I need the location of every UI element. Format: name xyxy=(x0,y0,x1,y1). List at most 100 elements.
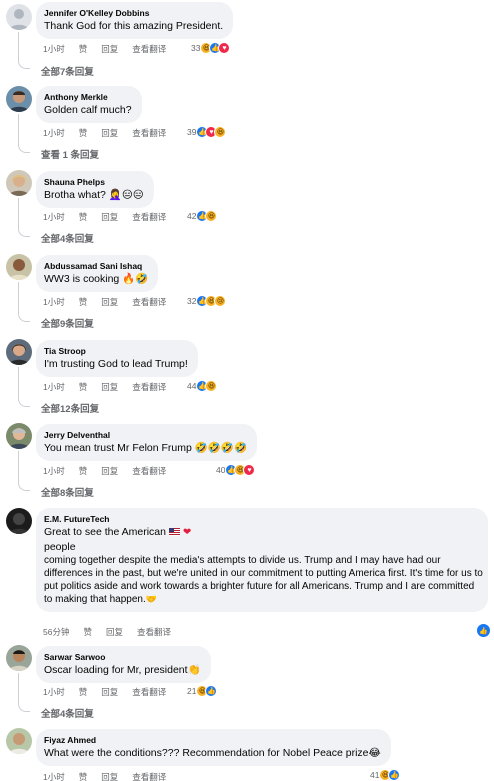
avatar[interactable] xyxy=(6,170,32,196)
reaction-summary[interactable]: 41 😆 👍 xyxy=(370,769,401,781)
like-button[interactable]: 赞 xyxy=(79,686,88,698)
reaction-summary[interactable]: 40 👍 😆 ♥ xyxy=(216,464,256,476)
comment-author[interactable]: Shauna Phelps xyxy=(44,176,144,188)
like-button[interactable]: 赞 xyxy=(79,771,88,781)
thread-line xyxy=(18,282,30,322)
comment-author[interactable]: E.M. FutureTech xyxy=(44,513,482,525)
thread-line xyxy=(18,32,30,69)
reply-button[interactable]: 回复 xyxy=(101,465,118,477)
translate-button[interactable]: 查看翻译 xyxy=(132,43,166,55)
avatar[interactable] xyxy=(6,339,32,365)
translate-button[interactable]: 查看翻译 xyxy=(132,465,166,477)
comment-time: 1小时 xyxy=(43,44,65,54)
love-icon: ♥ xyxy=(218,42,231,54)
comment-text-body: coming together despite the media's atte… xyxy=(44,554,484,606)
comment-actions: 1小时 赞 回复 查看翻译 xyxy=(43,465,166,477)
reaction-count: 39 xyxy=(187,127,197,137)
translate-button[interactable]: 查看翻译 xyxy=(132,127,166,139)
comment-actions: 56分钟 赞 回复 查看翻译 xyxy=(43,626,171,638)
reaction-summary[interactable]: 44 👍 😆 xyxy=(187,380,218,392)
translate-button[interactable]: 查看翻译 xyxy=(132,211,166,223)
comment-author[interactable]: Tia Stroop xyxy=(44,345,188,357)
view-replies-link[interactable]: 全部4条回复 xyxy=(41,706,94,720)
haha-icon: 😆 xyxy=(205,380,218,392)
avatar[interactable] xyxy=(6,728,32,754)
comment-text: Golden calf much? xyxy=(44,104,132,116)
comment-actions: 1小时 赞 回复 查看翻译 xyxy=(43,686,166,698)
reply-button[interactable]: 回复 xyxy=(106,626,123,638)
reaction-summary[interactable]: 32 👍 😆 😢 xyxy=(187,295,227,307)
comment-author[interactable]: Jerry Delventhal xyxy=(44,429,247,441)
reaction-count: 40 xyxy=(216,465,226,475)
comment-text: WW3 is cooking 🔥🤣 xyxy=(44,273,149,285)
avatar[interactable] xyxy=(6,423,32,449)
comment-time: 1小时 xyxy=(43,297,65,307)
translate-button[interactable]: 查看翻译 xyxy=(132,686,166,698)
avatar[interactable] xyxy=(6,508,32,534)
thread-line xyxy=(18,367,30,407)
comment-time: 1小时 xyxy=(43,466,65,476)
avatar[interactable] xyxy=(6,4,32,30)
love-icon: ♥ xyxy=(243,464,256,476)
avatar[interactable] xyxy=(6,645,32,671)
thread-line xyxy=(18,673,30,712)
view-replies-link[interactable]: 全部4条回复 xyxy=(41,231,94,245)
comment-actions: 1小时 赞 回复 查看翻译 xyxy=(43,211,166,223)
thread-line xyxy=(18,198,30,237)
comment-author[interactable]: Sarwar Sarwoo xyxy=(44,651,201,663)
reply-button[interactable]: 回复 xyxy=(101,127,118,139)
reply-button[interactable]: 回复 xyxy=(101,686,118,698)
reply-button[interactable]: 回复 xyxy=(101,211,118,223)
view-replies-link[interactable]: 查看 1 条回复 xyxy=(41,147,99,161)
comment-time: 1小时 xyxy=(43,382,65,392)
translate-button[interactable]: 查看翻译 xyxy=(132,296,166,308)
translate-button[interactable]: 查看翻译 xyxy=(132,771,166,781)
haha-icon: 😆 xyxy=(205,210,218,222)
haha-icon: 😆 xyxy=(214,126,227,138)
comment-bubble: Abdussamad Sani Ishaq WW3 is cooking 🔥🤣 xyxy=(36,255,159,292)
comment-author[interactable]: Anthony Merkle xyxy=(44,91,132,103)
avatar[interactable] xyxy=(6,254,32,280)
thread-line xyxy=(18,114,30,153)
reaction-count: 42 xyxy=(187,211,197,221)
comment-author[interactable]: Jennifer O'Kelley Dobbins xyxy=(44,7,223,19)
comment-text: I'm trusting God to lead Trump! xyxy=(44,358,188,370)
comment-bubble: Shauna Phelps Brotha what? 🤦‍♀️😑😑 xyxy=(36,171,154,208)
comment-text: Thank God for this amazing President. xyxy=(44,20,224,32)
comment-author[interactable]: Fiyaz Ahmed xyxy=(44,734,381,746)
avatar[interactable] xyxy=(6,86,32,112)
comment-text: What were the conditions??? Recommendati… xyxy=(44,747,381,759)
comment-time: 1小时 xyxy=(43,128,65,138)
view-replies-link[interactable]: 全部9条回复 xyxy=(41,316,94,330)
comment-time: 1小时 xyxy=(43,212,65,222)
reply-button[interactable]: 回复 xyxy=(101,381,118,393)
translate-button[interactable]: 查看翻译 xyxy=(132,381,166,393)
reaction-summary[interactable]: 39 👍 ♥ 😆 xyxy=(187,126,227,138)
reply-button[interactable]: 回复 xyxy=(101,296,118,308)
comment-text: You mean trust Mr Felon Frump 🤣🤣🤣🤣 xyxy=(44,442,248,454)
view-replies-link[interactable]: 全部8条回复 xyxy=(41,485,94,499)
like-button[interactable]: 赞 xyxy=(83,626,92,638)
comment-time: 1小时 xyxy=(43,687,65,697)
like-icon[interactable]: 👍 xyxy=(477,624,490,637)
thread-line xyxy=(18,451,30,491)
reaction-summary[interactable]: 42 👍 😆 xyxy=(187,210,218,222)
comment-author[interactable]: Abdussamad Sani Ishaq xyxy=(44,260,148,272)
like-button[interactable]: 赞 xyxy=(79,465,88,477)
like-button[interactable]: 赞 xyxy=(79,296,88,308)
like-button[interactable]: 赞 xyxy=(79,381,88,393)
translate-button[interactable]: 查看翻译 xyxy=(137,626,171,638)
like-button[interactable]: 赞 xyxy=(79,211,88,223)
reaction-summary[interactable]: 33 😆 👍 ♥ xyxy=(191,42,231,54)
like-button[interactable]: 赞 xyxy=(79,43,88,55)
reply-button[interactable]: 回复 xyxy=(101,771,118,781)
reply-button[interactable]: 回复 xyxy=(101,43,118,55)
comment-actions: 1小时 赞 回复 查看翻译 xyxy=(43,296,166,308)
reaction-summary[interactable]: 21 😆 👍 xyxy=(187,685,218,697)
reaction-count: 41 xyxy=(370,770,380,780)
comment-text-line1-label: Great to see the American xyxy=(44,526,166,538)
view-replies-link[interactable]: 全部7条回复 xyxy=(41,64,94,78)
view-replies-link[interactable]: 全部12条回复 xyxy=(41,401,99,415)
comment-text-body-label: coming together despite the media's atte… xyxy=(44,555,483,605)
like-button[interactable]: 赞 xyxy=(79,127,88,139)
